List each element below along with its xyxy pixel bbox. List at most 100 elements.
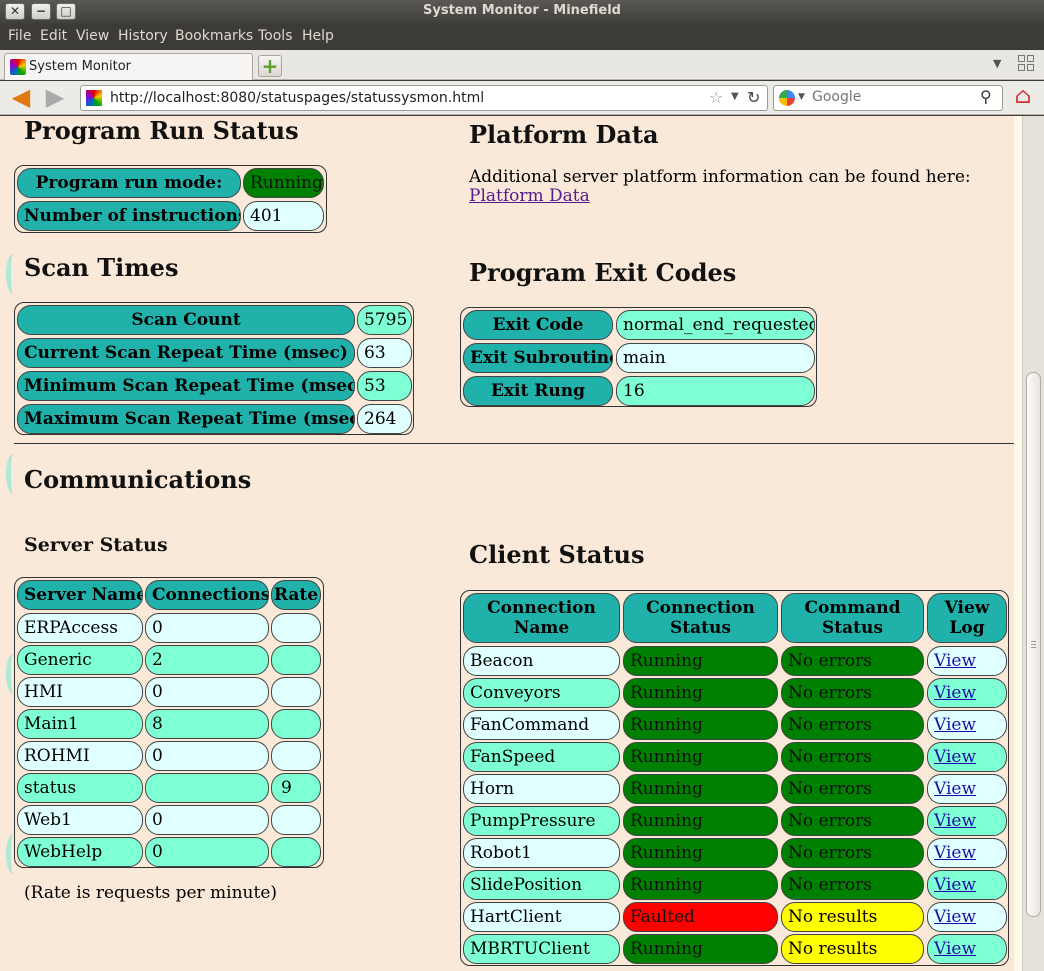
minimum-scan-time-value: 53: [357, 371, 412, 401]
scrollbar-thumb[interactable]: [1026, 372, 1041, 917]
number-of-instructions-value: 401: [243, 201, 324, 231]
view-log-link[interactable]: View: [934, 651, 976, 671]
server-name-cell: WebHelp: [17, 837, 143, 867]
menu-bookmarks[interactable]: Bookmarks: [175, 28, 253, 44]
platform-data-heading: Platform Data: [469, 120, 659, 149]
current-scan-time-value: 63: [357, 338, 412, 368]
search-icon[interactable]: ⚲: [980, 87, 992, 106]
rate-cell: [271, 805, 321, 835]
rate-cell: [271, 677, 321, 707]
command-status-cell: No errors: [781, 870, 924, 900]
search-bar[interactable]: ▼ ⚲: [773, 85, 1003, 111]
connection-status-cell: Running: [623, 678, 778, 708]
command-status-cell: No errors: [781, 678, 924, 708]
exit-rung-value: 16: [616, 376, 815, 406]
connections-cell: 0: [145, 741, 269, 771]
view-log-link[interactable]: View: [934, 939, 976, 959]
search-engine-dropdown-icon[interactable]: ▼: [798, 92, 805, 102]
view-log-link[interactable]: View: [934, 779, 976, 799]
view-log-link[interactable]: View: [934, 875, 976, 895]
url-text[interactable]: http://localhost:8080/statuspages/status…: [110, 90, 484, 106]
client-name-cell: SlidePosition: [463, 870, 620, 900]
rate-note: (Rate is requests per minute): [24, 883, 278, 903]
connection-status-cell: Running: [623, 646, 778, 676]
view-log-link[interactable]: View: [934, 747, 976, 767]
connections-cell: 0: [145, 677, 269, 707]
client-status-heading: Client Status: [469, 540, 645, 569]
scan-times-heading: Scan Times: [24, 253, 179, 282]
server-name-cell: status: [17, 773, 143, 803]
connection-status-header: Connection Status: [623, 593, 778, 643]
menu-edit[interactable]: Edit: [40, 28, 67, 44]
current-scan-time-label: Current Scan Repeat Time (msec): [17, 338, 355, 368]
connection-status-cell: Running: [623, 838, 778, 868]
tab-list-icon[interactable]: ▼: [993, 57, 1001, 70]
connections-header: Connections: [145, 580, 269, 610]
forward-arrow-icon[interactable]: ▶: [42, 85, 68, 110]
reload-icon[interactable]: ↻: [747, 88, 760, 107]
view-log-link[interactable]: View: [934, 907, 976, 927]
connection-status-cell: Running: [623, 870, 778, 900]
decorative-arc: [6, 254, 20, 294]
view-log-cell: View: [927, 774, 1007, 804]
page-edge-strip: [1014, 116, 1022, 971]
tab-groups-icon[interactable]: [1018, 55, 1036, 73]
exit-subroutine-value: main: [616, 343, 815, 373]
program-run-status-heading: Program Run Status: [24, 116, 299, 145]
minimum-scan-time-label: Minimum Scan Repeat Time (msec): [17, 371, 355, 401]
server-status-table: Server Name Connections Rate ERPAccess 0 G…: [14, 577, 324, 868]
home-icon[interactable]: ⌂: [1010, 85, 1036, 111]
navigation-toolbar: ◀ ▶ http://localhost:8080/statuspages/st…: [0, 81, 1044, 115]
connections-cell: 0: [145, 805, 269, 835]
google-engine-icon[interactable]: [779, 90, 795, 106]
client-name-cell: Horn: [463, 774, 620, 804]
command-status-cell: No errors: [781, 774, 924, 804]
decorative-arc: [6, 454, 20, 494]
menu-history[interactable]: History: [118, 28, 168, 44]
menu-file[interactable]: File: [8, 28, 31, 44]
communications-heading: Communications: [24, 465, 252, 494]
connections-cell: 2: [145, 645, 269, 675]
client-status-table: Connection Name Connection Status Command S…: [460, 590, 1009, 966]
command-status-cell: No results: [781, 902, 924, 932]
client-name-cell: MBRTUClient: [463, 934, 620, 964]
search-input[interactable]: [810, 88, 970, 106]
site-favicon-icon: [10, 59, 26, 75]
view-log-link[interactable]: View: [934, 683, 976, 703]
tab-system-monitor[interactable]: System Monitor: [4, 53, 253, 80]
back-arrow-icon[interactable]: ◀: [8, 85, 34, 110]
tab-bar: System Monitor + ▼: [0, 50, 1044, 80]
server-status-heading: Server Status: [24, 534, 168, 556]
bookmark-star-icon[interactable]: ☆: [709, 88, 723, 107]
connections-cell: [145, 773, 269, 803]
window-minimize-button[interactable]: −: [31, 3, 51, 20]
command-status-cell: No errors: [781, 646, 924, 676]
exit-code-value: normal_end_requested: [616, 310, 815, 340]
view-log-cell: View: [927, 710, 1007, 740]
url-history-dropdown-icon[interactable]: ▼: [731, 91, 739, 102]
new-tab-button[interactable]: +: [258, 55, 282, 77]
window-title: System Monitor - Minefield: [423, 3, 621, 18]
client-name-cell: HartClient: [463, 902, 620, 932]
view-log-link[interactable]: View: [934, 811, 976, 831]
program-run-mode-label: Program run mode:: [17, 168, 241, 198]
client-name-cell: PumpPressure: [463, 806, 620, 836]
window-maximize-button[interactable]: □: [56, 3, 76, 20]
rate-header: Rate: [271, 580, 321, 610]
window-close-button[interactable]: ✕: [5, 3, 25, 20]
program-run-mode-value: Running: [243, 168, 324, 198]
site-identity-icon[interactable]: [86, 90, 102, 106]
server-name-cell: Generic: [17, 645, 143, 675]
page-scrollbar[interactable]: [1022, 116, 1044, 971]
menu-view[interactable]: View: [76, 28, 109, 44]
rate-cell: [271, 837, 321, 867]
url-bar[interactable]: http://localhost:8080/statuspages/status…: [80, 85, 768, 111]
menu-tools[interactable]: Tools: [258, 28, 293, 44]
command-status-cell: No errors: [781, 806, 924, 836]
menu-help[interactable]: Help: [302, 28, 334, 44]
view-log-link[interactable]: View: [934, 715, 976, 735]
window-titlebar: ✕ − □ System Monitor - Minefield: [0, 0, 1044, 24]
command-status-header: Command Status: [781, 593, 924, 643]
platform-data-link[interactable]: Platform Data: [469, 186, 590, 206]
view-log-link[interactable]: View: [934, 843, 976, 863]
